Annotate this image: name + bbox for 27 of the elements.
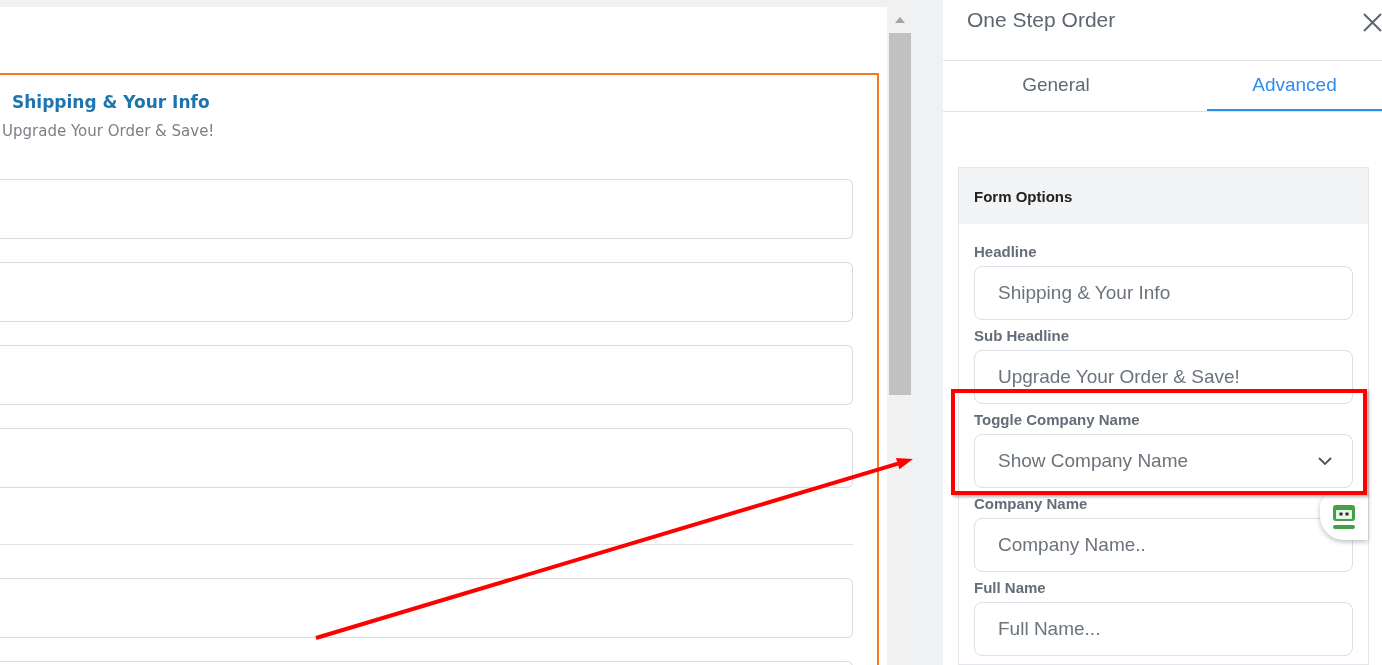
field-label: Headline [974,244,1037,260]
tab[interactable]: Advanced [1207,61,1382,111]
scroll-up-icon[interactable] [894,17,905,23]
field-label: Sub Headline [974,328,1070,344]
text-field[interactable]: Company Name.. [974,518,1353,572]
close-button[interactable] [1363,13,1382,32]
close-icon [1363,13,1382,32]
section-title: Form Options [974,187,1073,205]
input-field[interactable] [0,179,853,239]
text-field[interactable]: Full Name... [974,602,1353,656]
input-field[interactable] [0,345,853,405]
input-field[interactable] [0,262,853,322]
field-label: Company Name [974,496,1088,512]
field-label: Toggle Company Name [974,412,1140,428]
form-subheadline: Upgrade Your Order & Save! [2,121,215,141]
robot-icon [1332,503,1356,530]
form-headline: Shipping & Your Info [12,91,210,113]
chevron-down-icon [1318,457,1332,465]
text-field[interactable]: Upgrade Your Order & Save! [974,350,1353,404]
text-field[interactable]: Shipping & Your Info [974,266,1353,320]
input-field[interactable] [0,578,853,638]
dropdown[interactable]: Show Company Name [974,434,1353,488]
input-field[interactable] [0,428,853,488]
scrollbar-thumb[interactable] [888,33,911,395]
field-label: Full Name [974,580,1046,596]
tab[interactable]: General [943,61,1207,111]
panel-title: One Step Order [967,7,1116,33]
